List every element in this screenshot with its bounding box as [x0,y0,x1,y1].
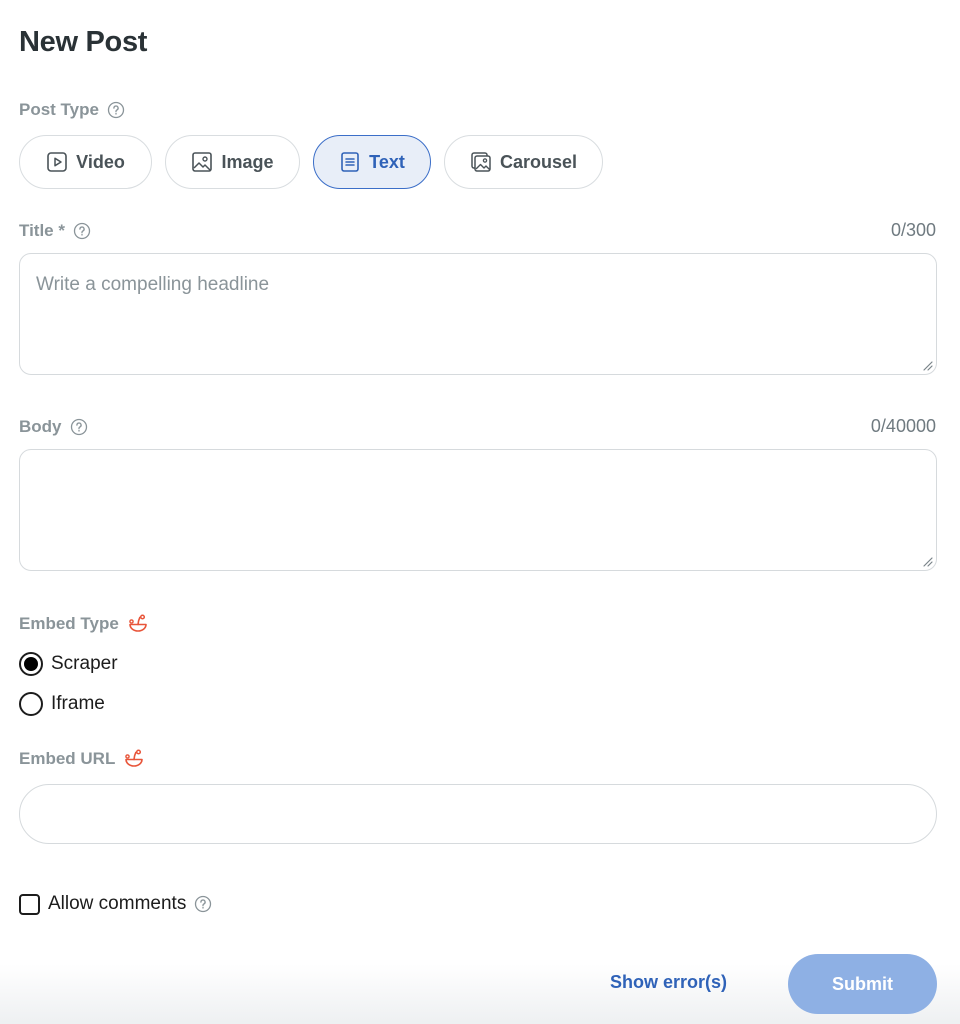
embed-type-scraper-label: Scraper [51,653,118,674]
show-errors-link[interactable]: Show error(s) [610,972,727,993]
allow-comments-checkbox[interactable] [19,893,40,915]
post-type-text-button[interactable]: Text [313,135,431,189]
embed-type-scraper-radio[interactable]: Scraper [19,652,118,676]
post-type-text-label: Text [369,151,405,172]
allow-comments-row: Allow comments [19,893,212,915]
submit-button[interactable]: Submit [788,954,937,1014]
post-type-selector: Video Image Text Carousel [19,135,603,189]
post-type-video-button[interactable]: Video [19,135,152,189]
radio-unselected-icon[interactable] [19,692,43,716]
carousel-icon [470,151,492,173]
body-char-counter: 0/40000 [870,416,936,436]
radio-selected-icon[interactable] [19,652,43,676]
page-title: New Post [19,26,148,58]
body-label: Body [19,417,88,437]
help-icon[interactable] [70,418,88,436]
allow-comments-label[interactable]: Allow comments [48,893,186,915]
title-label-text: Title * [19,221,65,240]
embed-type-label: Embed Type [19,613,149,635]
embed-type-iframe-label: Iframe [51,693,105,714]
post-type-label-text: Post Type [19,100,99,119]
help-icon[interactable] [73,222,91,240]
body-label-text: Body [19,417,62,436]
embed-url-label: Embed URL [19,748,145,770]
post-type-image-button[interactable]: Image [165,135,300,189]
snoo-icon [127,613,149,635]
title-label: Title * [19,221,91,241]
body-textarea-box [19,449,937,571]
snoo-icon [123,748,145,770]
resize-grip-icon[interactable] [921,555,933,567]
post-type-label: Post Type [19,100,125,120]
image-icon [191,151,213,173]
embed-url-label-text: Embed URL [19,749,116,768]
post-type-video-label: Video [76,151,125,172]
embed-type-iframe-radio[interactable]: Iframe [19,692,105,716]
new-post-form: New Post Post Type Video Image Text Caro… [0,0,960,1024]
resize-grip-icon[interactable] [921,359,933,371]
post-type-carousel-button[interactable]: Carousel [444,135,603,189]
help-icon[interactable] [107,101,125,119]
title-input[interactable] [20,254,936,374]
body-input[interactable] [20,450,936,570]
post-type-image-label: Image [221,151,274,172]
embed-url-input[interactable] [19,784,937,844]
title-char-counter: 0/300 [890,220,936,240]
post-type-carousel-label: Carousel [499,151,578,172]
embed-type-label-text: Embed Type [19,614,119,633]
help-icon[interactable] [194,895,212,913]
video-icon [46,151,68,173]
text-icon [339,151,361,173]
title-textarea-box [19,253,937,375]
